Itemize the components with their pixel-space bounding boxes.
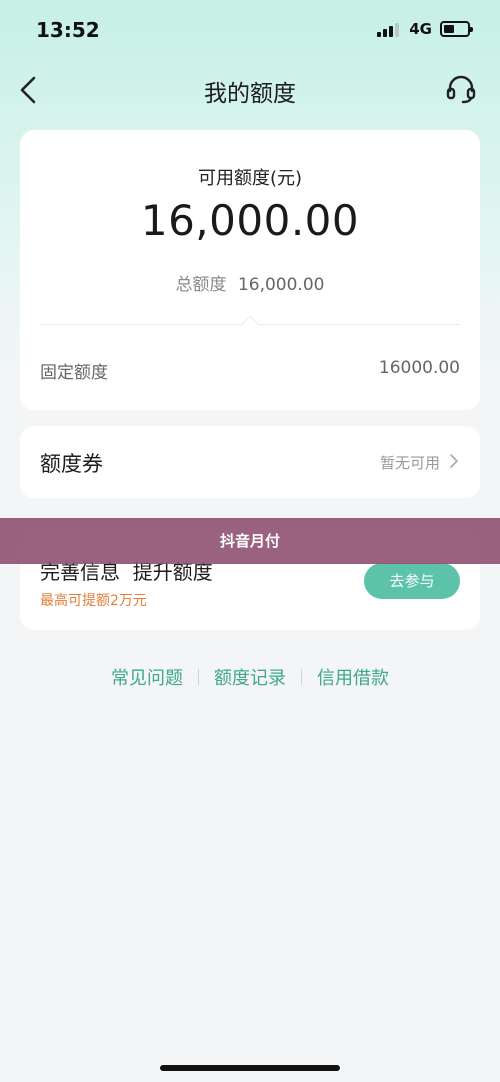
battery-icon (440, 21, 473, 37)
quota-card: 可用额度(元) 16,000.00 总额度 16,000.00 固定额度 160… (20, 130, 480, 410)
status-time: 13:52 (36, 18, 100, 42)
link-separator (301, 669, 302, 685)
available-quota-amount: 16,000.00 (140, 196, 360, 245)
network-type: 4G (409, 20, 432, 38)
join-button[interactable]: 去参与 (364, 563, 460, 599)
nav-bar: 我的额度 (0, 62, 500, 116)
headset-icon (446, 75, 476, 104)
home-indicator[interactable] (160, 1065, 340, 1071)
coupon-title: 额度券 (40, 452, 103, 476)
quota-coupon-row[interactable]: 额度券 暂无可用 (20, 426, 480, 498)
total-quota-row: 总额度 16,000.00 (20, 270, 480, 295)
status-indicators: 4G (377, 20, 473, 38)
promo-subtitle: 最高可提额2万元 (40, 593, 147, 609)
coupon-status: 暂无可用 (379, 454, 440, 472)
page-title: 我的额度 (204, 81, 296, 107)
quota-record-link[interactable]: 额度记录 (214, 664, 286, 690)
credit-loan-link[interactable]: 信用借款 (317, 664, 389, 690)
available-quota-label: 可用额度(元) (197, 168, 303, 189)
footer-links: 常见问题 额度记录 信用借款 (0, 664, 500, 690)
divider-notch (241, 315, 259, 333)
customer-service-button[interactable] (444, 72, 478, 106)
faq-link[interactable]: 常见问题 (111, 664, 183, 690)
chevron-right-icon (450, 454, 458, 468)
fixed-quota-label: 固定额度 (40, 363, 108, 383)
total-quota-label: 总额度 (175, 275, 227, 295)
status-bar: 13:52 4G (0, 0, 500, 60)
fixed-quota-value: 16000.00 (378, 358, 460, 378)
overlay-banner: 抖音月付 (0, 518, 500, 564)
signal-icon (377, 21, 401, 37)
link-separator (198, 669, 199, 685)
total-quota-value: 16,000.00 (237, 275, 325, 295)
